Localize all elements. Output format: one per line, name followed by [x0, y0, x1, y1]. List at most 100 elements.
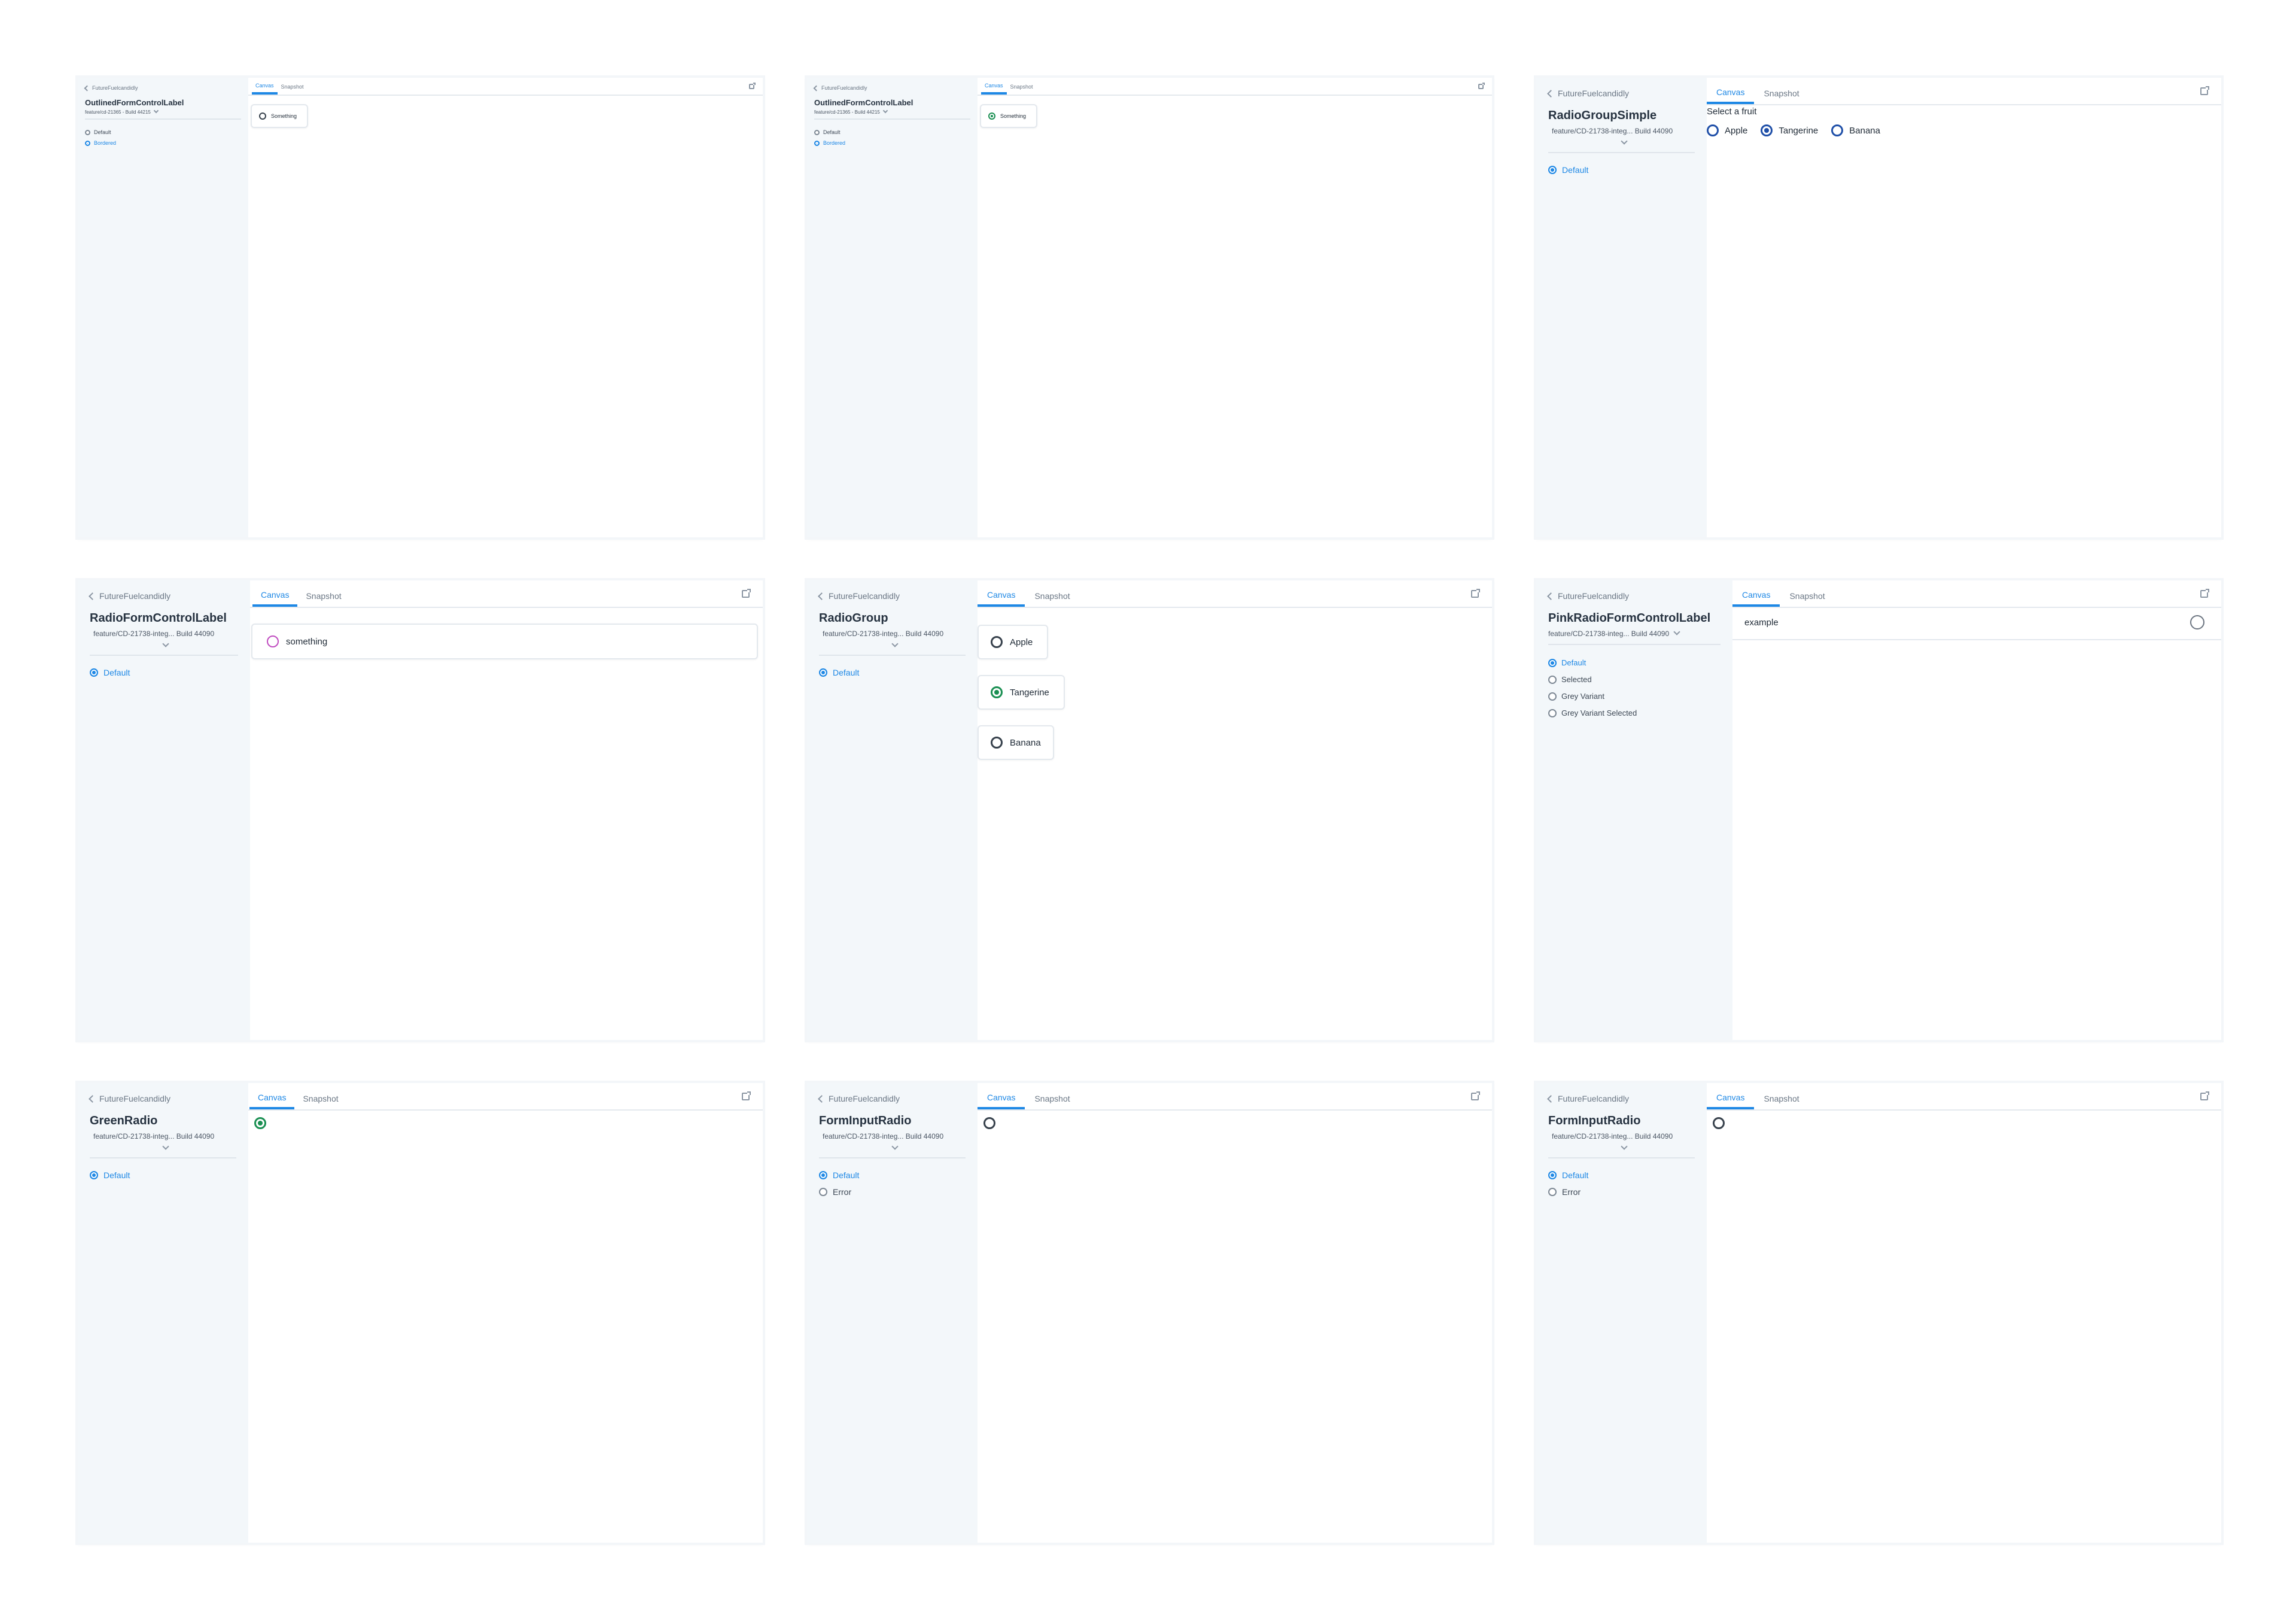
- variant-bordered[interactable]: Bordered: [814, 140, 845, 146]
- branch-selector[interactable]: feature/CD-21738-integ... Build 44090: [1552, 1132, 1673, 1140]
- back-label: FutureFuelcandidly: [829, 591, 900, 601]
- variant-default[interactable]: Default: [819, 668, 859, 677]
- radio-option-card[interactable]: Something: [251, 104, 308, 128]
- tab-canvas[interactable]: Canvas: [978, 1093, 1025, 1109]
- variant-label: Selected: [1561, 675, 1592, 684]
- canvas-area: Canvas Snapshot: [248, 1083, 763, 1543]
- branch-selector[interactable]: feature/CD-21738-integ... Build 44090: [93, 629, 214, 638]
- tab-snapshot[interactable]: Snapshot: [1007, 84, 1037, 95]
- chevron-down-icon[interactable]: [1621, 138, 1628, 145]
- radio-icon: [1548, 166, 1557, 174]
- open-external-icon[interactable]: [742, 1091, 751, 1100]
- tab-canvas[interactable]: Canvas: [1707, 1093, 1755, 1109]
- open-external-icon[interactable]: [742, 589, 751, 598]
- radio-option-tangerine[interactable]: Tangerine: [978, 675, 1065, 710]
- tab-snapshot[interactable]: Snapshot: [278, 84, 307, 95]
- radio-icon[interactable]: [983, 1117, 995, 1129]
- variant-error[interactable]: Error: [1548, 1187, 1581, 1197]
- tab-canvas[interactable]: Canvas: [978, 590, 1025, 607]
- back-link[interactable]: FutureFuelcandidly: [89, 1094, 170, 1103]
- radio-option-tangerine[interactable]: Tangerine: [1761, 124, 1818, 136]
- option-label: Tangerine: [1010, 687, 1049, 698]
- branch-selector[interactable]: feature/CD-21738-integ... Build 44090: [1552, 127, 1673, 135]
- back-link[interactable]: FutureFuelcandidly: [818, 591, 900, 601]
- branch-selector[interactable]: feature/CD-21738-integ... Build 44090: [823, 1132, 943, 1140]
- variant-default[interactable]: Default: [1548, 1170, 1588, 1180]
- tab-canvas[interactable]: Canvas: [1732, 590, 1780, 607]
- chevron-down-icon[interactable]: [162, 1143, 169, 1150]
- back-link[interactable]: FutureFuelcandidly: [89, 591, 170, 601]
- chevron-left-icon: [813, 85, 820, 91]
- variant-error[interactable]: Error: [819, 1187, 851, 1197]
- open-external-icon[interactable]: [2200, 86, 2209, 95]
- tab-canvas[interactable]: Canvas: [252, 590, 298, 607]
- chevron-down-icon[interactable]: [891, 1143, 899, 1150]
- variant-default[interactable]: Default: [85, 129, 111, 135]
- radio-icon: [1707, 124, 1719, 136]
- tab-canvas[interactable]: Canvas: [1707, 87, 1755, 104]
- open-external-icon[interactable]: [749, 83, 756, 89]
- branch-selector[interactable]: feature/CD-21738-integ... Build 44090: [1548, 628, 1681, 638]
- tab-snapshot[interactable]: Snapshot: [1754, 1094, 1808, 1109]
- radio-option-card[interactable]: Something: [980, 104, 1037, 128]
- variant-bordered[interactable]: Bordered: [85, 140, 116, 146]
- variant-default[interactable]: Default: [819, 1170, 859, 1180]
- radio-row[interactable]: example: [1732, 607, 2221, 640]
- sidebar: FutureFuelcandidly RadioGroupSimple feat…: [1536, 78, 1707, 537]
- back-link[interactable]: FutureFuelcandidly: [813, 85, 867, 91]
- branch-selector[interactable]: feature/CD-21738-integ... Build 44090: [823, 629, 943, 638]
- open-external-icon[interactable]: [2200, 1091, 2209, 1100]
- radio-icon: [1548, 1188, 1557, 1196]
- radio-option-card[interactable]: something: [251, 624, 758, 659]
- variant-label: Grey Variant: [1561, 692, 1605, 701]
- variant-default[interactable]: Default: [814, 129, 841, 135]
- back-link[interactable]: FutureFuelcandidly: [818, 1094, 900, 1103]
- back-link[interactable]: FutureFuelcandidly: [1547, 89, 1629, 98]
- variant-label: Bordered: [823, 140, 846, 146]
- radio-option-banana[interactable]: Banana: [1831, 124, 1880, 136]
- radio-option-apple[interactable]: Apple: [1707, 124, 1747, 136]
- open-external-icon[interactable]: [1471, 589, 1480, 598]
- radio-icon: [991, 686, 1003, 698]
- radio-option-banana[interactable]: Banana: [978, 725, 1054, 760]
- chevron-down-icon[interactable]: [1621, 1143, 1628, 1150]
- tab-snapshot[interactable]: Snapshot: [297, 591, 349, 607]
- variant-label: Grey Variant Selected: [1561, 708, 1637, 717]
- back-link[interactable]: FutureFuelcandidly: [1547, 591, 1629, 601]
- component-title: RadioGroupSimple: [1548, 109, 1657, 122]
- tab-snapshot[interactable]: Snapshot: [294, 1094, 346, 1109]
- radio-icon[interactable]: [254, 1117, 266, 1129]
- tab-canvas[interactable]: Canvas: [249, 1093, 295, 1109]
- back-link[interactable]: FutureFuelcandidly: [1547, 1094, 1629, 1103]
- chevron-down-icon[interactable]: [891, 640, 899, 647]
- variant-grey[interactable]: Grey Variant: [1548, 692, 1604, 701]
- branch-selector[interactable]: feature/cd-21365 - Build 44215: [814, 108, 888, 115]
- back-link[interactable]: FutureFuelcandidly: [84, 85, 138, 91]
- tab-snapshot[interactable]: Snapshot: [1754, 89, 1808, 104]
- sidebar: FutureFuelcandidly FormInputRadio featur…: [1536, 1083, 1707, 1543]
- variant-selected[interactable]: Selected: [1548, 675, 1592, 684]
- variant-default[interactable]: Default: [90, 1170, 130, 1180]
- radio-icon[interactable]: [1713, 1117, 1725, 1129]
- variant-default[interactable]: Default: [90, 668, 130, 677]
- tab-snapshot[interactable]: Snapshot: [1025, 591, 1079, 607]
- branch-selector[interactable]: feature/cd-21365 - Build 44215: [85, 108, 159, 115]
- story-panel-2: FutureFuelcandidly OutlinedFormControlLa…: [807, 78, 1492, 537]
- open-external-icon[interactable]: [1471, 1091, 1480, 1100]
- branch-selector[interactable]: feature/CD-21738-integ... Build 44090: [93, 1132, 214, 1140]
- variant-grey-selected[interactable]: Grey Variant Selected: [1548, 708, 1637, 717]
- open-external-icon[interactable]: [2200, 589, 2209, 598]
- tab-snapshot[interactable]: Snapshot: [1780, 591, 1834, 607]
- variant-default[interactable]: Default: [1548, 165, 1588, 175]
- open-external-icon[interactable]: [1478, 83, 1485, 89]
- tab-snapshot[interactable]: Snapshot: [1025, 1094, 1079, 1109]
- branch-label: feature/CD-21738-integ... Build 44090: [1552, 1132, 1673, 1140]
- chevron-down-icon[interactable]: [162, 640, 169, 647]
- radio-option-apple[interactable]: Apple: [978, 625, 1048, 659]
- variant-default[interactable]: Default: [1548, 658, 1586, 667]
- tab-canvas[interactable]: Canvas: [252, 83, 278, 95]
- tab-canvas[interactable]: Canvas: [981, 83, 1007, 95]
- radio-icon: [1548, 692, 1557, 701]
- divider: [814, 118, 970, 120]
- radio-icon: [814, 140, 820, 146]
